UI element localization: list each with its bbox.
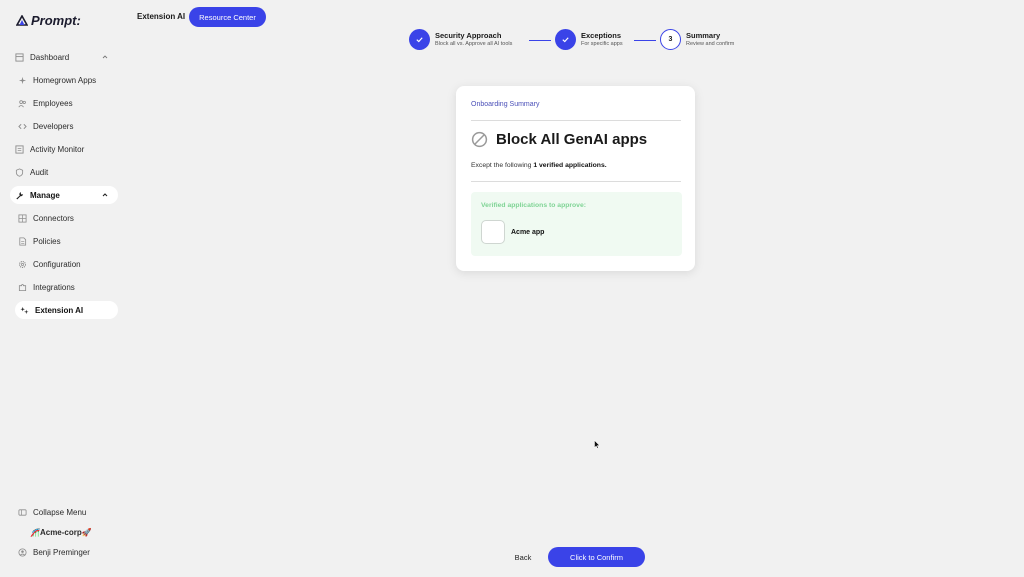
sidebar-item-employees[interactable]: Employees [18, 94, 118, 112]
dashboard-icon [15, 52, 24, 62]
sidebar-item-manage[interactable]: Manage [10, 186, 118, 204]
confirm-button[interactable]: Click to Confirm [548, 547, 645, 567]
sidebar-item-label: Audit [30, 167, 49, 177]
chevron-up-icon[interactable] [101, 53, 109, 61]
step-title: Security Approach [435, 31, 502, 41]
sidebar-item-homegrown-apps[interactable]: Homegrown Apps [18, 71, 118, 89]
sidebar-item-label: Extension AI [35, 305, 84, 315]
extension-icon [20, 306, 29, 315]
org-switcher[interactable]: 🎢Acme-corp🚀 [30, 523, 118, 541]
sidebar-item-audit[interactable]: Audit [12, 163, 118, 181]
puzzle-icon [18, 283, 27, 292]
sidebar: Prompt: Dashboard Homegrown Apps Employe… [0, 0, 128, 577]
document-icon [18, 236, 27, 246]
app-name: Acme app [511, 228, 545, 236]
step-number-badge: 3 [660, 29, 681, 50]
brand-logo[interactable]: Prompt: [16, 13, 81, 28]
card-eyebrow: Onboarding Summary [471, 101, 540, 108]
users-icon [18, 99, 27, 108]
sidebar-item-configuration[interactable]: Configuration [18, 255, 118, 273]
code-icon [18, 122, 27, 131]
sidebar-item-activity-monitor[interactable]: Activity Monitor [12, 140, 118, 158]
sidebar-item-label: Integrations [33, 282, 75, 292]
monitor-icon [15, 144, 24, 154]
back-button[interactable]: Back [508, 550, 538, 564]
app-icon [481, 220, 505, 244]
card-subtitle-bold: 1 verified applications. [533, 162, 607, 169]
collapse-menu-label: Collapse Menu [33, 507, 87, 517]
step-title: Summary [686, 31, 721, 41]
step-exceptions: Exceptions For specific apps [555, 29, 623, 50]
sidebar-item-developers[interactable]: Developers [18, 117, 118, 135]
step-connector [529, 40, 551, 41]
wrench-icon [15, 191, 24, 200]
step-check-icon [409, 29, 430, 50]
verified-apps-label: Verified applications to approve: [481, 202, 586, 209]
page-title: Extension AI [137, 12, 186, 21]
shield-icon [15, 167, 24, 177]
step-title: Exceptions [581, 31, 622, 41]
divider [471, 120, 681, 121]
resource-center-button[interactable]: Resource Center [189, 7, 266, 27]
card-subtitle: Except the following 1 verified applicat… [471, 162, 607, 169]
sidebar-item-extension-ai[interactable]: Extension AI [15, 301, 118, 319]
sidebar-item-label: Homegrown Apps [33, 75, 97, 85]
sidebar-item-label: Manage [30, 190, 60, 200]
brand-name: Prompt: [31, 13, 81, 28]
block-icon [471, 131, 488, 148]
collapse-icon [18, 508, 27, 517]
grid-icon [18, 213, 27, 223]
card-title-text: Block All GenAI apps [496, 131, 648, 148]
list-item: Acme app [481, 220, 544, 244]
step-security-approach: Security Approach Block all vs. Approve … [409, 29, 512, 50]
prompt-logo-icon [16, 14, 28, 26]
collapse-menu-button[interactable]: Collapse Menu [18, 503, 118, 521]
step-subtitle: Review and confirm [686, 40, 735, 47]
step-connector [634, 40, 656, 41]
org-name: 🎢Acme-corp🚀 [30, 527, 92, 537]
verified-apps-box: Verified applications to approve: Acme a… [471, 192, 682, 256]
chevron-up-icon[interactable] [101, 191, 109, 199]
sidebar-item-label: Employees [33, 98, 73, 108]
sidebar-item-dashboard[interactable]: Dashboard [12, 48, 118, 66]
user-name: Benji Preminger [33, 547, 90, 557]
mouse-cursor-icon [594, 440, 600, 449]
sidebar-item-label: Dashboard [30, 52, 70, 62]
onboarding-summary-card: Onboarding Summary Block All GenAI apps … [456, 86, 695, 271]
step-summary: 3 Summary Review and confirm [660, 29, 734, 50]
step-subtitle: Block all vs. Approve all AI tools [435, 40, 513, 47]
sidebar-item-label: Activity Monitor [30, 144, 85, 154]
user-profile[interactable]: Benji Preminger [18, 543, 118, 561]
sidebar-item-label: Configuration [33, 259, 81, 269]
card-subtitle-prefix: Except the following [471, 162, 534, 169]
sidebar-item-policies[interactable]: Policies [18, 232, 118, 250]
sparkle-icon [18, 76, 27, 85]
sidebar-item-label: Developers [33, 121, 74, 131]
sidebar-item-label: Connectors [33, 213, 74, 223]
sidebar-item-label: Policies [33, 236, 61, 246]
sidebar-item-integrations[interactable]: Integrations [18, 278, 118, 296]
sidebar-item-connectors[interactable]: Connectors [18, 209, 118, 227]
card-title: Block All GenAI apps [471, 131, 647, 148]
gear-icon [18, 260, 27, 269]
user-icon [18, 547, 27, 557]
step-check-icon [555, 29, 576, 50]
step-subtitle: For specific apps [581, 40, 623, 47]
divider [471, 181, 681, 182]
